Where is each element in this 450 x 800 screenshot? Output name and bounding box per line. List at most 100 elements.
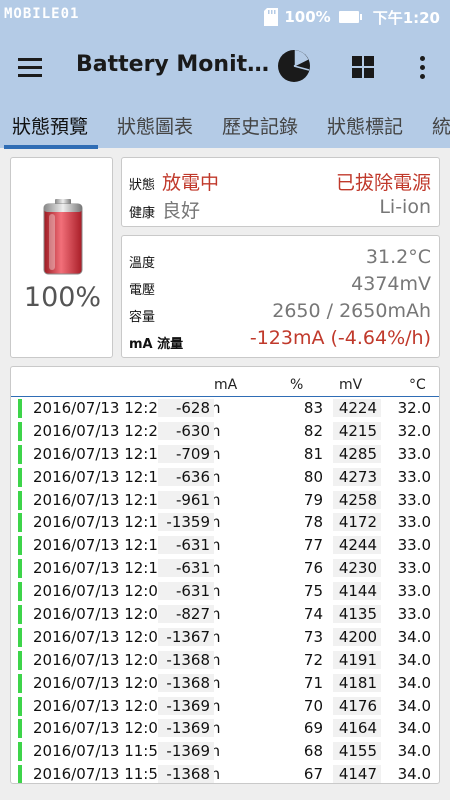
row-marker [18, 742, 22, 762]
row-ma: -1368 [158, 673, 214, 692]
health-value: 良好 [162, 200, 201, 222]
row-mv: 4176 [333, 696, 381, 715]
header-percent: % [290, 377, 304, 393]
pie-chart-icon[interactable] [276, 48, 312, 84]
tab-stats[interactable]: 統 [432, 112, 450, 139]
log-row: 2016/07/13 12:01:12 pm -1369 69 4164 34.… [11, 717, 439, 740]
current-flow-label: mA 流量 [129, 337, 184, 352]
log-row: 2016/07/13 12:14:21 pm -961 79 4258 33.0 [11, 489, 439, 512]
row-mv: 4164 [333, 719, 381, 738]
row-mv: 4155 [333, 742, 381, 761]
row-marker [18, 513, 22, 533]
header-mv: mV [339, 377, 363, 393]
app-title: Battery Monit… [76, 52, 270, 77]
row-mv: 4224 [333, 399, 381, 417]
sd-card-icon [264, 8, 279, 26]
row-ma: -961 [158, 490, 214, 509]
plug-status-value: 已拔除電源 [335, 172, 431, 194]
row-marker [18, 673, 22, 693]
log-row: 2016/07/13 12:05:48 pm -1367 73 4200 34.… [11, 626, 439, 649]
row-mv: 4144 [333, 582, 381, 601]
voltage-value: 4374mV [351, 273, 431, 295]
tab-history[interactable]: 歷史記錄 [222, 112, 298, 139]
row-marker [18, 399, 22, 418]
row-percent: 83 [303, 399, 323, 417]
row-ma: -636 [158, 467, 214, 486]
row-mv: 4191 [333, 650, 381, 669]
row-ma: -1368 [158, 650, 214, 669]
grid-icon[interactable] [350, 54, 376, 80]
row-temp: 33.0 [397, 444, 431, 463]
row-mv: 4200 [333, 627, 381, 646]
history-log-card[interactable]: mA % mV °C 2016/07/13 12:23:25 pm -628 8… [10, 366, 440, 784]
row-ma: -1369 [158, 696, 214, 715]
capacity-label: 容量 [129, 310, 156, 325]
temperature-label: 溫度 [129, 256, 156, 271]
row-mv: 4172 [333, 513, 381, 532]
row-ma: -1359 [158, 513, 214, 532]
tab-status-chart[interactable]: 狀態圖表 [117, 112, 193, 139]
row-temp: 32.0 [397, 399, 431, 417]
capacity-value: 2650 / 2650mAh [272, 300, 431, 322]
row-mv: 4135 [333, 605, 381, 624]
metrics-card: 溫度 31.2°C 電壓 4374mV 容量 2650 / 2650mAh mA… [121, 235, 440, 358]
row-mv: 4147 [333, 765, 381, 783]
row-marker [18, 444, 22, 464]
row-percent: 70 [303, 696, 323, 715]
row-percent: 71 [303, 673, 323, 692]
row-temp: 34.0 [397, 650, 431, 669]
row-mv: 4215 [333, 421, 381, 440]
row-ma: -1368 [158, 765, 214, 783]
row-ma: -827 [158, 605, 214, 624]
row-percent: 80 [303, 467, 323, 486]
menu-icon[interactable] [18, 52, 52, 82]
row-mv: 4273 [333, 467, 381, 486]
log-row: 2016/07/13 11:59:19 am -1368 67 4147 34.… [11, 763, 439, 784]
more-vertical-icon[interactable] [410, 52, 434, 82]
row-marker [18, 696, 22, 716]
row-marker [18, 605, 22, 625]
row-ma: -630 [158, 421, 214, 440]
brand-watermark: MOBILE01 [4, 6, 80, 22]
row-temp: 32.0 [397, 421, 431, 440]
row-mv: 4230 [333, 559, 381, 578]
row-marker [18, 536, 22, 556]
row-marker [18, 582, 22, 602]
log-row: 2016/07/13 12:11:20 pm -631 77 4244 33.0 [11, 534, 439, 557]
temperature-value: 31.2°C [365, 246, 431, 268]
row-marker [18, 559, 22, 579]
row-temp: 33.0 [397, 582, 431, 601]
battery-level-card: 100% [10, 157, 113, 358]
row-temp: 34.0 [397, 627, 431, 646]
row-ma: -628 [158, 399, 214, 417]
battery-graphic-icon [43, 199, 83, 275]
row-ma: -1369 [158, 719, 214, 738]
battery-percent-text: 100% [284, 8, 331, 26]
row-marker [18, 650, 22, 670]
row-ma: -631 [158, 559, 214, 578]
log-row: 2016/07/13 12:23:25 pm -628 83 4224 32.0 [11, 397, 439, 420]
app-bar: Battery Monit… [0, 34, 450, 98]
row-ma: -631 [158, 582, 214, 601]
row-temp: 34.0 [397, 742, 431, 761]
tab-status-marks[interactable]: 狀態標記 [327, 112, 403, 139]
health-label: 健康 [129, 206, 156, 221]
row-mv: 4181 [333, 673, 381, 692]
tab-status-overview[interactable]: 狀態預覽 [12, 112, 88, 139]
log-row: 2016/07/13 12:03:00 pm -1368 71 4181 34.… [11, 672, 439, 695]
log-row: 2016/07/13 12:10:21 pm -631 76 4230 33.0 [11, 557, 439, 580]
row-percent: 81 [303, 444, 323, 463]
row-temp: 33.0 [397, 559, 431, 578]
status-bar: MOBILE01 100% 下午1:20 [0, 0, 450, 34]
battery-tech-value: Li-ion [379, 196, 431, 218]
row-mv: 4285 [333, 444, 381, 463]
row-mv: 4258 [333, 490, 381, 509]
row-ma: -1369 [158, 742, 214, 761]
log-row: 2016/07/13 12:12:49 pm -1359 78 4172 33.… [11, 511, 439, 534]
row-marker [18, 627, 22, 647]
row-percent: 67 [303, 765, 323, 784]
current-flow-value: -123mA (-4.64%/h) [249, 327, 431, 349]
row-temp: 34.0 [397, 673, 431, 692]
log-row: 2016/07/13 12:07:46 pm -827 74 4135 33.0 [11, 603, 439, 626]
row-mv: 4244 [333, 536, 381, 555]
